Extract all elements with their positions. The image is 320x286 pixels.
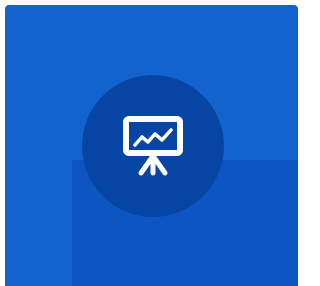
icon-badge [82, 75, 224, 217]
app-tile[interactable] [5, 5, 298, 286]
presentation-chart-icon [122, 115, 184, 177]
